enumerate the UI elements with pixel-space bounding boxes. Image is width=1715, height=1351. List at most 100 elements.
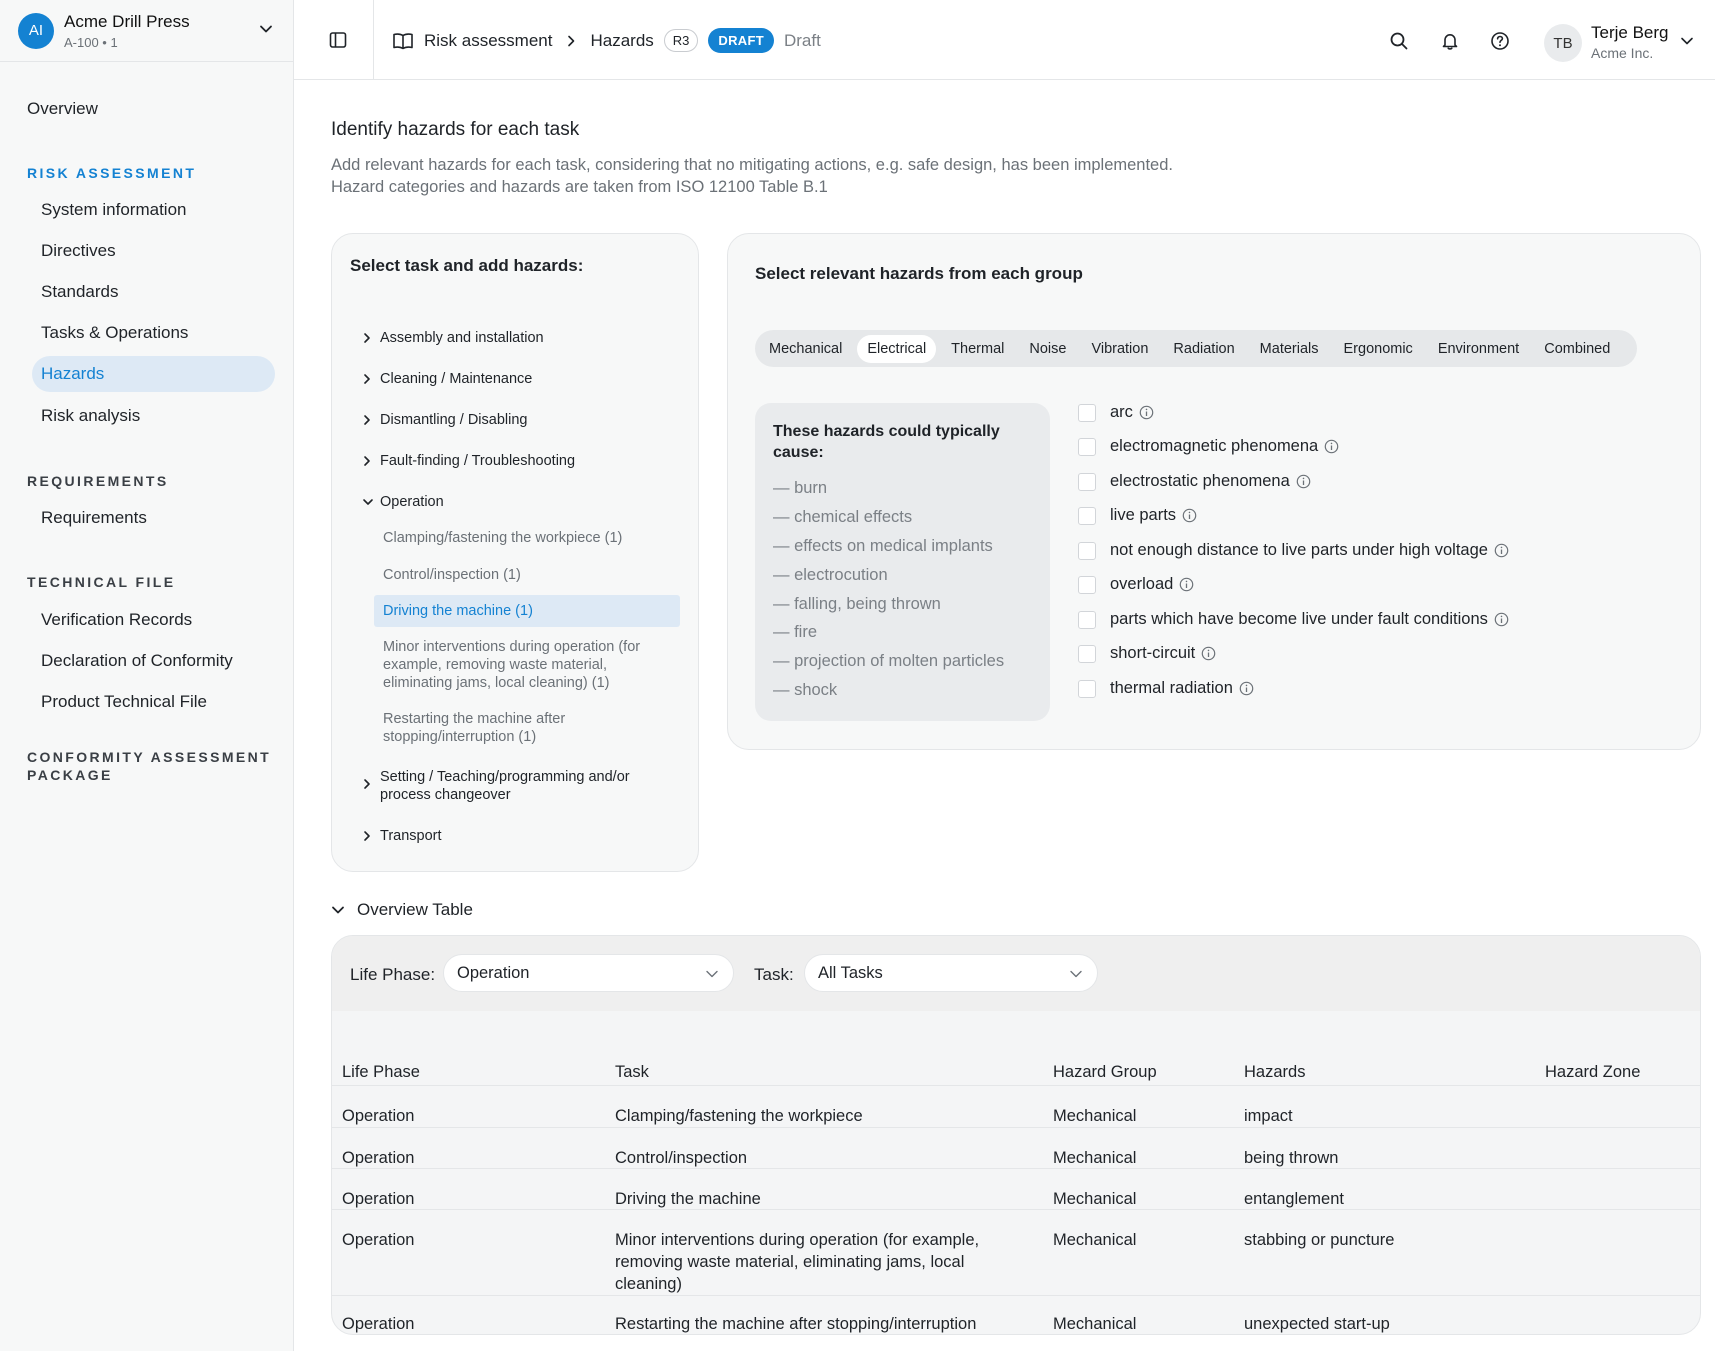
sidebar-item-verification-records[interactable]: Verification Records (41, 610, 192, 630)
info-icon[interactable] (1494, 612, 1509, 627)
section-heading-conformity-assessment-package[interactable]: CONFORMITY ASSESSMENT PACKAGE (27, 748, 277, 784)
hazard-checkbox[interactable] (1078, 610, 1096, 629)
info-icon[interactable] (1296, 474, 1311, 489)
cause-item: — projection of molten particles (773, 652, 1005, 670)
sidebar-item-requirements[interactable]: Requirements (41, 508, 147, 528)
hazard-label: parts which have become live under fault… (1110, 610, 1488, 628)
chevron-down-icon[interactable] (259, 22, 273, 36)
sidebar-item-product-technical-file[interactable]: Product Technical File (41, 692, 207, 712)
column-header-hazards[interactable]: Hazards (1244, 1063, 1305, 1082)
hazard-option-distance[interactable]: not enough distance to live parts under … (1078, 541, 1509, 560)
tab-materials[interactable]: Materials (1250, 335, 1329, 363)
tab-vibration[interactable]: Vibration (1081, 335, 1158, 363)
tree-group-fault-finding[interactable]: Fault-finding / Troubleshooting (362, 452, 575, 470)
sidebar-item-system-information[interactable]: System information (41, 200, 187, 220)
info-icon[interactable] (1239, 681, 1254, 696)
info-icon[interactable] (1139, 405, 1154, 420)
hazard-checkbox[interactable] (1078, 679, 1096, 698)
life-phase-select[interactable]: Operation (443, 954, 734, 992)
top-bar: Risk assessment Hazards R3 DRAFT Draft T… (294, 0, 1715, 80)
hazard-option-arc[interactable]: arc (1078, 403, 1154, 422)
sidebar-item-overview[interactable]: Overview (27, 99, 98, 119)
cell-task: Driving the machine (615, 1190, 761, 1208)
user-name[interactable]: Terje Berg (1591, 23, 1668, 43)
chevron-right-icon (362, 768, 380, 790)
info-icon[interactable] (1201, 646, 1216, 661)
hazard-option-electromagnetic[interactable]: electromagnetic phenomena (1078, 437, 1339, 456)
cell-task: Control/inspection (615, 1149, 748, 1167)
hazard-option-thermal-radiation[interactable]: thermal radiation (1078, 679, 1254, 698)
info-icon[interactable] (1182, 508, 1197, 523)
table-divider (332, 1168, 1700, 1169)
tree-group-label: Cleaning / Maintenance (380, 371, 533, 387)
tree-task-restarting[interactable]: Restarting the machine after stopping/in… (383, 710, 593, 746)
hazard-checkbox[interactable] (1078, 575, 1096, 594)
user-avatar[interactable]: TB (1544, 24, 1582, 62)
tree-group-transport[interactable]: Transport (362, 827, 442, 845)
tab-combined[interactable]: Combined (1534, 335, 1620, 363)
hazard-option-electrostatic[interactable]: electrostatic phenomena (1078, 472, 1311, 491)
sidebar-item-declaration-of-conformity[interactable]: Declaration of Conformity (41, 651, 233, 671)
hazard-checkbox[interactable] (1078, 472, 1096, 491)
tree-task-driving[interactable]: Driving the machine (1) (374, 595, 680, 627)
column-header-task[interactable]: Task (615, 1063, 649, 1082)
cell-hazard-group: Mechanical (1053, 1149, 1137, 1167)
hazard-checkbox[interactable] (1078, 403, 1096, 422)
life-phase-value: Operation (457, 963, 530, 982)
tab-mechanical[interactable]: Mechanical (759, 335, 852, 363)
tab-ergonomic[interactable]: Ergonomic (1334, 335, 1423, 363)
chevron-down-icon[interactable] (1680, 34, 1694, 48)
tree-group-dismantling[interactable]: Dismantling / Disabling (362, 411, 527, 429)
sidebar-item-directives[interactable]: Directives (41, 241, 116, 261)
info-icon[interactable] (1179, 577, 1194, 592)
hazard-label: live parts (1110, 506, 1177, 524)
tree-task-minor-interventions[interactable]: Minor interventions during operation (fo… (383, 638, 658, 692)
info-icon[interactable] (1324, 439, 1339, 454)
overview-table-toggle[interactable]: Overview Table (331, 900, 473, 920)
tree-task-clamping[interactable]: Clamping/fastening the workpiece (1) (383, 529, 658, 547)
tab-thermal[interactable]: Thermal (941, 335, 1014, 363)
task-panel-title: Select task and add hazards: (350, 256, 584, 275)
tab-environment[interactable]: Environment (1428, 335, 1529, 363)
breadcrumb-risk-assessment[interactable]: Risk assessment (424, 31, 552, 51)
project-name: Acme Drill Press (64, 11, 190, 31)
page-description-line: Add relevant hazards for each task, cons… (331, 156, 1173, 174)
tree-group-label: Setting / Teaching/programming and/or pr… (380, 769, 630, 803)
column-header-life-phase[interactable]: Life Phase (342, 1063, 420, 1082)
tree-group-setting[interactable]: Setting / Teaching/programming and/or pr… (362, 768, 650, 804)
cell-task: Clamping/fastening the workpiece (615, 1107, 863, 1125)
tab-noise[interactable]: Noise (1019, 335, 1076, 363)
tree-group-assembly[interactable]: Assembly and installation (362, 329, 544, 347)
column-header-hazard-zone[interactable]: Hazard Zone (1545, 1063, 1640, 1082)
hazard-option-short-circuit[interactable]: short-circuit (1078, 644, 1216, 663)
breadcrumb: Risk assessment Hazards R3 DRAFT Draft (392, 28, 821, 53)
tab-electrical[interactable]: Electrical (857, 334, 937, 363)
task-filter-select[interactable]: All Tasks (804, 954, 1098, 992)
sidebar-toggle-icon[interactable] (328, 30, 348, 50)
sidebar-item-tasks-operations[interactable]: Tasks & Operations (41, 323, 188, 343)
column-header-hazard-group[interactable]: Hazard Group (1053, 1063, 1157, 1082)
hazard-option-live-parts[interactable]: live parts (1078, 506, 1197, 525)
hazard-option-overload[interactable]: overload (1078, 575, 1194, 594)
info-icon[interactable] (1494, 543, 1509, 558)
tree-task-control[interactable]: Control/inspection (1) (383, 566, 658, 584)
user-organization: Acme Inc. (1591, 45, 1654, 61)
sidebar-item-hazards[interactable]: Hazards (32, 356, 275, 392)
sidebar-item-standards[interactable]: Standards (41, 282, 119, 302)
hazard-checkbox[interactable] (1078, 541, 1096, 560)
tree-group-operation[interactable]: Operation (362, 493, 444, 511)
search-icon[interactable] (1389, 31, 1409, 51)
tree-group-cleaning[interactable]: Cleaning / Maintenance (362, 370, 532, 388)
bell-icon[interactable] (1440, 31, 1460, 51)
hazard-checkbox[interactable] (1078, 506, 1096, 525)
overview-table: Life Phase: Operation Task: All Tasks Li… (331, 935, 1701, 1335)
hazard-checkbox[interactable] (1078, 437, 1096, 456)
tree-group-label: Assembly and installation (380, 330, 544, 346)
tab-radiation[interactable]: Radiation (1163, 335, 1244, 363)
hazard-checkbox[interactable] (1078, 644, 1096, 663)
help-icon[interactable] (1490, 31, 1510, 51)
project-switcher[interactable]: AI Acme Drill Press A-100 • 1 (0, 0, 293, 62)
section-heading-requirements: REQUIREMENTS (27, 473, 169, 489)
sidebar-item-risk-analysis[interactable]: Risk analysis (41, 406, 140, 426)
hazard-option-fault-conditions[interactable]: parts which have become live under fault… (1078, 610, 1509, 629)
